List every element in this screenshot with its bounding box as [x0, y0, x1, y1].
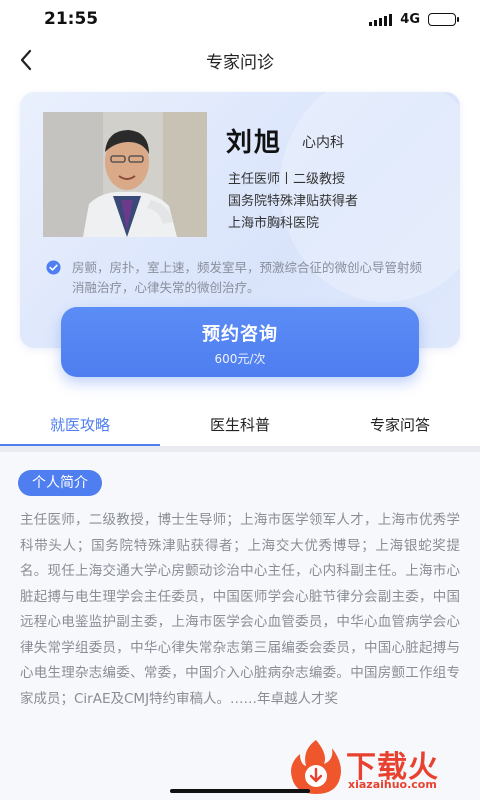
doctor-name: 刘旭	[226, 128, 283, 158]
doctor-portrait-image	[43, 112, 207, 237]
battery-icon	[428, 13, 459, 26]
content-tabs: 就医攻略 医生科普 专家问答	[0, 400, 480, 446]
book-button-label: 预约咨询	[202, 324, 278, 345]
specialty-text: 房颤，房扑，室上速，频发室早，预激综合征的微创心导管射频消融治疗，心律失常的微创…	[72, 260, 423, 295]
book-consultation-button[interactable]: 预约咨询 600元/次	[61, 307, 419, 377]
tab-science[interactable]: 医生科普	[160, 400, 320, 446]
tab-guide[interactable]: 就医攻略	[0, 400, 160, 446]
doctor-hospital: 上海市胸科医院	[228, 216, 320, 231]
doctor-department: 心内科	[302, 135, 344, 151]
flame-icon	[291, 740, 341, 794]
status-indicators: 4G	[369, 12, 459, 27]
nav-bar: 专家问诊	[0, 40, 480, 80]
watermark-domain: xiazaihuo.com	[348, 778, 437, 791]
book-button-price: 600元/次	[214, 352, 266, 366]
home-indicator	[170, 789, 310, 793]
page-title: 专家问诊	[206, 53, 274, 73]
doctor-specialty: 房颤，房扑，室上速，频发室早，预激综合征的微创心导管射频消融治疗，心律失常的微创…	[46, 258, 426, 298]
watermark-logo: 下载火 xiazaihuo.com	[288, 738, 474, 796]
intro-chip: 个人简介	[18, 470, 102, 496]
network-label: 4G	[400, 12, 420, 27]
doctor-photo	[43, 112, 207, 237]
status-time: 21:55	[44, 9, 99, 29]
doctor-title: 主任医师丨二级教授	[228, 172, 346, 187]
intro-text: 主任医师，二级教授，博士生导师；上海市医学领军人才，上海市优秀学科带头人；国务院…	[20, 512, 460, 707]
doctor-honor: 国务院特殊津贴获得者	[228, 194, 359, 209]
status-bar: 21:55 4G	[0, 0, 480, 40]
tab-qa[interactable]: 专家问答	[320, 400, 480, 446]
signal-icon	[369, 13, 393, 26]
